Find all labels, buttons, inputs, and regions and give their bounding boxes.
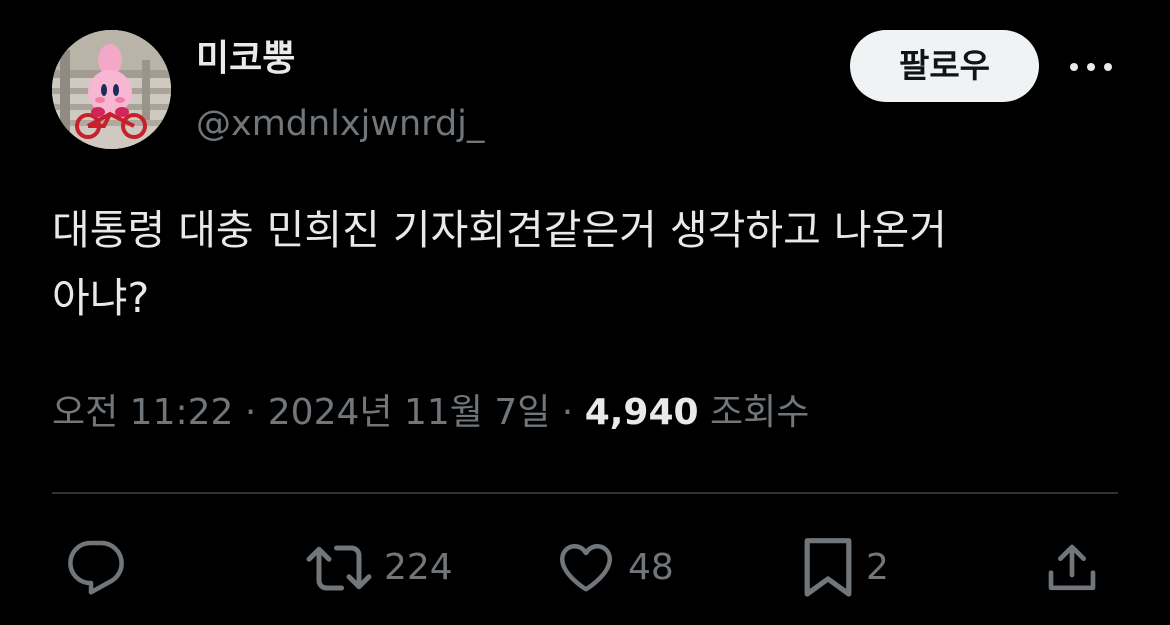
- bookmark-count: 2: [866, 547, 889, 588]
- display-name[interactable]: 미코뿡: [196, 36, 295, 82]
- retweet-count: 224: [384, 547, 453, 588]
- reply-button[interactable]: [66, 536, 126, 600]
- kirby-on-bicycle-avatar: [52, 30, 171, 149]
- views-count[interactable]: 4,940: [585, 392, 699, 433]
- meta-separator: ·: [233, 392, 268, 433]
- tweet-meta: 오전 11:22 · 2024년 11월 7일 · 4,940 조회수: [52, 386, 809, 440]
- user-handle[interactable]: @xmdnlxjwnrdj_: [196, 102, 484, 146]
- retweet-button[interactable]: 224: [306, 536, 453, 600]
- heart-icon: [560, 544, 612, 592]
- like-button[interactable]: 48: [556, 536, 674, 600]
- retweet-icon: [306, 545, 372, 591]
- tweet-date[interactable]: 2024년 11월 7일: [268, 392, 551, 433]
- more-options-button[interactable]: [1066, 50, 1116, 84]
- like-count: 48: [628, 547, 674, 588]
- share-icon: [1048, 544, 1096, 591]
- tweet-text-line: 아냐?: [52, 274, 150, 322]
- avatar[interactable]: [52, 30, 171, 149]
- tweet-text: 대통령 대충 민희진 기자회견같은거 생각하고 나온거 아냐?: [52, 196, 1132, 332]
- tweet-time[interactable]: 오전 11:22: [52, 392, 233, 433]
- tweet-text-line: 대통령 대충 민희진 기자회견같은거 생각하고 나온거: [52, 206, 948, 254]
- reply-icon: [68, 540, 124, 595]
- more-horizontal-icon: [1070, 63, 1112, 71]
- views-label: 조회수: [698, 392, 810, 433]
- bookmark-icon: [804, 538, 852, 597]
- divider: [52, 492, 1118, 494]
- follow-button[interactable]: 팔로우: [850, 30, 1039, 102]
- share-button[interactable]: [1044, 536, 1100, 600]
- bookmark-button[interactable]: 2: [802, 536, 889, 600]
- meta-separator: ·: [550, 392, 585, 433]
